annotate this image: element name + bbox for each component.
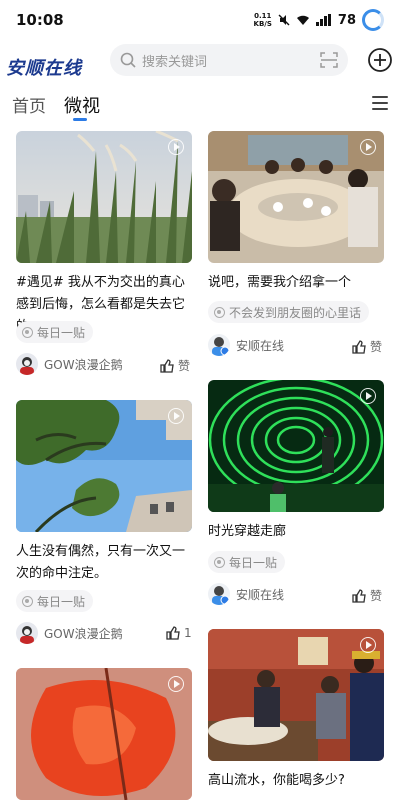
tab-video[interactable]: 微视 [64,92,100,118]
play-icon [360,637,376,653]
video-thumbnail[interactable] [208,131,384,263]
tree-sky-image [16,400,192,532]
topic-tag[interactable]: 每日一贴 [16,321,94,343]
logo-text: 安顺在线 [6,58,82,79]
like-count: 赞 [370,589,383,603]
thumbs-up-icon [352,339,366,354]
post-author[interactable]: 安顺在线 [208,583,284,605]
like-button[interactable]: 赞 [160,357,190,374]
network-speed: 0.11 KB/S [253,12,272,28]
red-closeup-image [16,668,192,800]
like-button[interactable]: 1 [166,626,192,640]
like-count: 1 [184,626,192,640]
avatar [16,353,38,375]
dinner-table-image [208,131,384,263]
play-icon [168,676,184,692]
thumbs-up-icon [160,358,174,373]
signal-icon [315,14,331,26]
post-title[interactable]: 高山流水，你能喝多少? [208,770,386,792]
search-placeholder: 搜索关键词 [142,54,208,70]
app-logo[interactable]: 安顺在线 [6,48,86,79]
battery-level: 78 [337,12,356,28]
tab-home[interactable]: 首页 [12,92,46,117]
search-bar[interactable]: 搜索关键词 [110,44,348,76]
author-name: 安顺在线 [236,338,285,353]
like-count: 赞 [370,340,383,354]
video-thumbnail[interactable] [208,380,384,512]
post-author[interactable]: GOW浪漫企鹅 [16,353,123,375]
thumbs-up-icon [166,626,180,640]
plus-icon[interactable] [366,46,394,74]
post-title[interactable]: 人生没有偶然，只有一次又一次的命中注定。 [16,541,194,585]
author-name: 安顺在线 [236,587,285,602]
wifi-icon [296,15,309,25]
play-icon [360,139,376,155]
post-title[interactable]: 说吧，需要我介绍拿一个 [208,272,386,294]
video-thumbnail[interactable] [16,400,192,532]
menu-icon[interactable] [372,96,388,110]
like-count: 赞 [178,359,191,373]
topic-tag[interactable]: 不会发到朋友圈的心里话 [208,301,370,323]
video-thumbnail[interactable] [16,668,192,800]
topic-icon [22,326,33,338]
post-author[interactable]: GOW浪漫企鹅 [16,622,123,644]
topic-icon [214,556,225,568]
status-icons: 0.11 KB/S 78 [254,9,384,31]
avatar [208,334,230,356]
topic-icon [22,595,33,607]
topic-tag[interactable]: 每日一贴 [208,551,286,573]
post-title[interactable]: 时光穿越走廊 [208,521,386,543]
status-time: 10:08 [16,11,64,29]
active-tab-indicator [73,118,87,121]
author-name: GOW浪漫企鹅 [44,357,123,372]
app-header: 安顺在线 搜索关键词 [0,40,400,82]
scan-icon[interactable] [320,52,338,68]
post-author[interactable]: 安顺在线 [208,334,284,356]
search-icon [120,52,136,68]
battery-ring-icon [362,9,384,31]
avatar [208,583,230,605]
green-tunnel-image [208,380,384,512]
like-button[interactable]: 赞 [352,338,382,355]
topic-icon [214,306,225,318]
video-thumbnail[interactable] [208,629,384,761]
like-button[interactable]: 赞 [352,587,382,604]
play-icon [168,139,184,155]
author-name: GOW浪漫企鹅 [44,626,123,641]
tab-bar: 首页 微视 [0,86,400,126]
thumbs-up-icon [352,588,366,603]
topic-tag[interactable]: 每日一贴 [16,590,94,612]
status-bar: 10:08 0.11 KB/S 78 [0,0,400,40]
play-icon [168,408,184,424]
play-icon [360,388,376,404]
avatar [16,622,38,644]
reeds-image [16,131,192,263]
toast-gathering-image [208,629,384,761]
mute-icon [278,14,290,26]
video-thumbnail[interactable] [16,131,192,263]
